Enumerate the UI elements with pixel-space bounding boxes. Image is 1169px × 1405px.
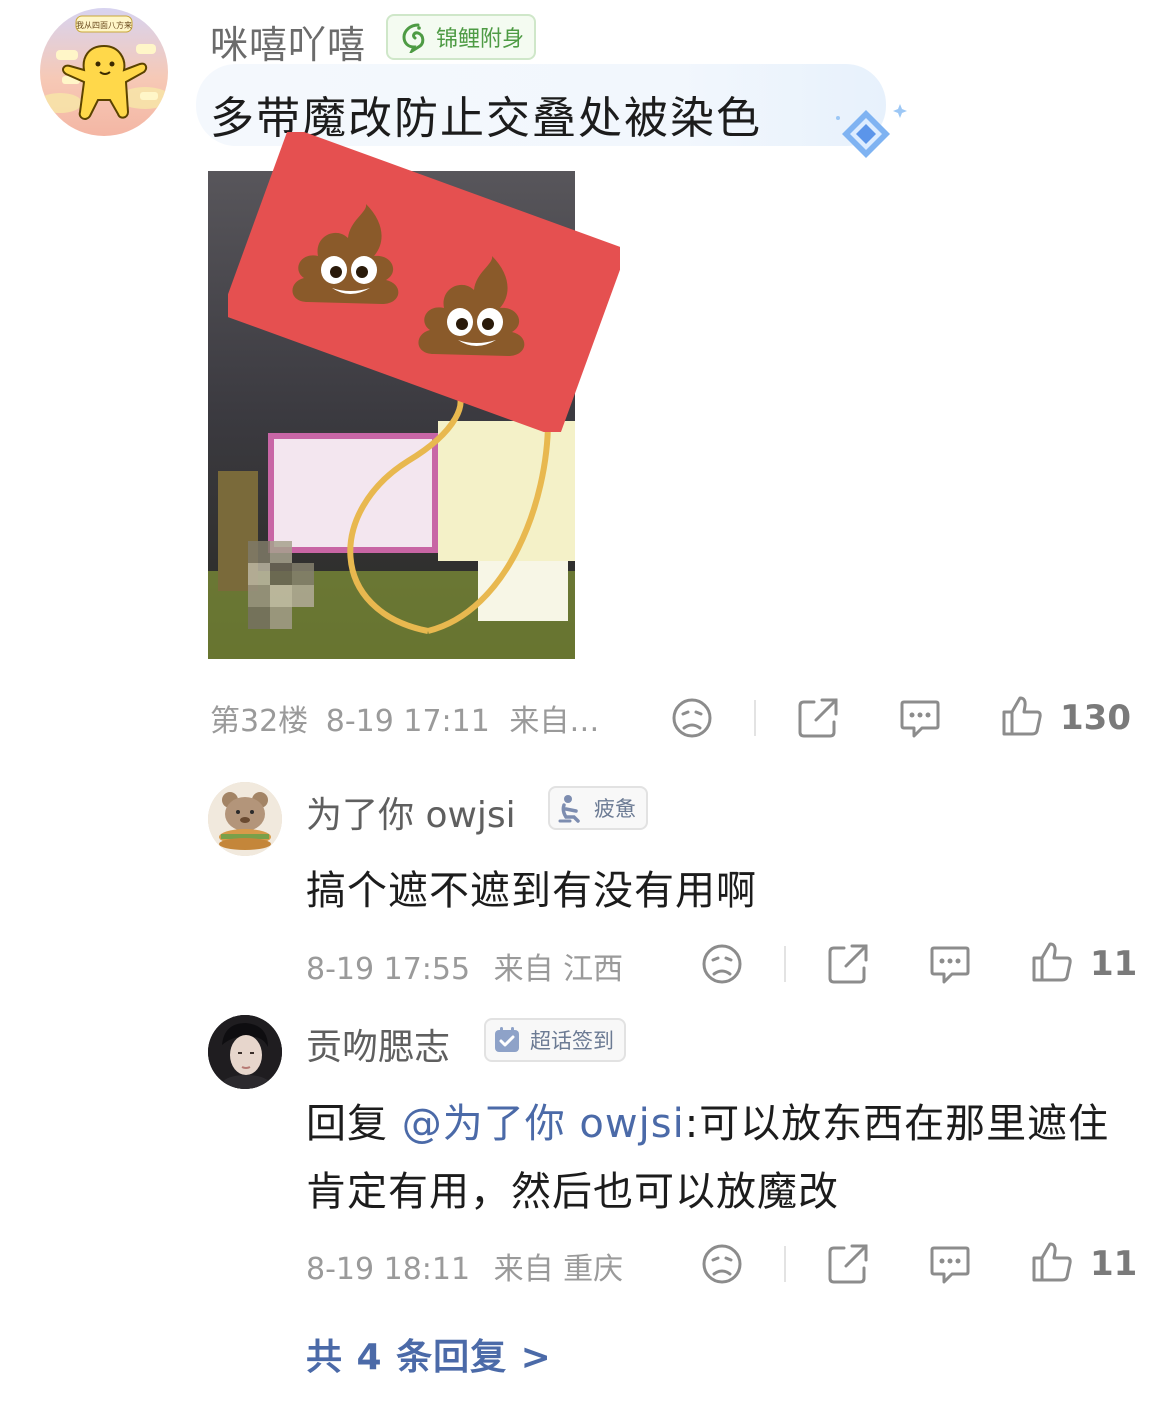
reply-prefix: 回复 <box>306 1101 402 1147</box>
floor-number: 第32楼 <box>210 704 309 739</box>
like-icon[interactable] <box>1030 940 1074 984</box>
share-icon[interactable] <box>826 942 870 986</box>
reply-username[interactable]: 为了你 owjsi <box>306 786 516 838</box>
tired-badge[interactable]: 疲惫 <box>548 786 648 830</box>
reply-meta: 8-19 18:11 来自 重庆 <box>306 1244 623 1288</box>
badge-label: 锦鲤附身 <box>436 27 525 52</box>
timestamp: 8-19 17:55 <box>306 952 471 987</box>
share-icon[interactable] <box>796 696 840 740</box>
divider <box>784 946 786 982</box>
comment-icon[interactable] <box>928 1242 972 1286</box>
reply-text: 回复 @为了你 owjsi:可以放东西在那里遮住肯定有用，然后也可以放魔改 <box>306 1090 1136 1226</box>
reply-avatar[interactable] <box>208 782 282 856</box>
reply-avatar[interactable] <box>208 1015 282 1089</box>
like-icon[interactable] <box>1000 694 1044 738</box>
fish-icon <box>402 23 425 53</box>
location: 来自 江西 <box>493 952 624 987</box>
dislike-icon[interactable] <box>700 942 744 986</box>
divider <box>784 1246 786 1282</box>
portrait-avatar-image <box>208 1015 282 1089</box>
mention-link[interactable]: @为了你 owjsi <box>402 1101 685 1147</box>
username[interactable]: 咪嘻吖嘻 <box>210 14 366 69</box>
timestamp: 8-19 18:11 <box>306 1252 471 1287</box>
like-count: 11 <box>1090 944 1138 984</box>
calendar-check-icon <box>495 1027 519 1052</box>
more-replies-link[interactable]: 共 4 条回复 > <box>306 1328 552 1380</box>
share-icon[interactable] <box>826 1242 870 1286</box>
red-sticker <box>228 132 620 432</box>
avatar[interactable]: 我从四面八方来 <box>40 8 168 136</box>
koi-badge[interactable]: 锦鲤附身 <box>386 14 537 60</box>
like-count: 11 <box>1090 1244 1138 1284</box>
divider <box>754 700 756 736</box>
checkin-badge[interactable]: 超话签到 <box>484 1018 626 1062</box>
bear-avatar-image <box>208 782 282 856</box>
tired-person-icon <box>558 795 580 823</box>
badge-label: 疲惫 <box>594 797 636 821</box>
reply-username[interactable]: 贡吻腮志 <box>306 1018 450 1070</box>
reply-meta: 8-19 17:55 来自 江西 <box>306 944 623 988</box>
timestamp: 8-19 17:11 <box>325 704 490 739</box>
dislike-icon[interactable] <box>670 696 714 740</box>
source[interactable]: 来自… <box>509 704 599 739</box>
diamond-icon <box>836 104 907 158</box>
comment-meta: 第32楼 8-19 17:11 来自… <box>210 696 599 740</box>
reply-text: 搞个遮不遮到有没有用啊 <box>306 868 757 914</box>
badge-label: 超话签到 <box>530 1029 614 1053</box>
like-count: 130 <box>1060 698 1131 738</box>
svg-text:我从四面八方来: 我从四面八方来 <box>76 20 132 30</box>
location: 来自 重庆 <box>493 1252 624 1287</box>
avatar-illustration: 我从四面八方来 <box>40 15 168 120</box>
like-icon[interactable] <box>1030 1240 1074 1284</box>
comment-icon[interactable] <box>928 942 972 986</box>
comment-icon[interactable] <box>898 696 942 740</box>
dislike-icon[interactable] <box>700 1242 744 1286</box>
